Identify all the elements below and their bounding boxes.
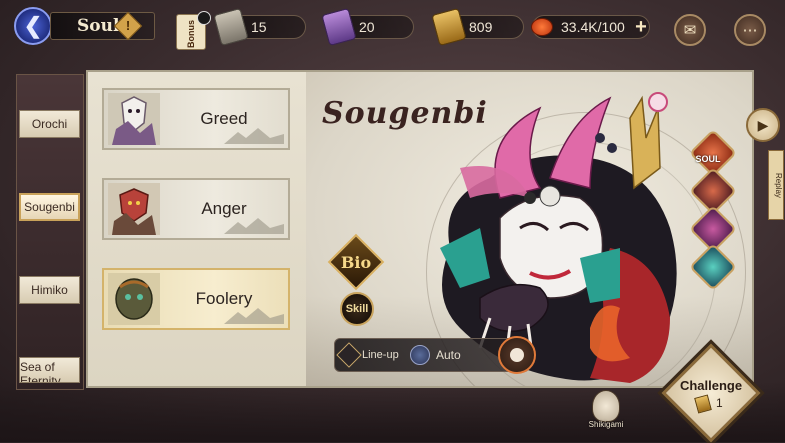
anger-portrait-icon bbox=[108, 183, 160, 235]
bio-button[interactable]: Bio bbox=[327, 233, 385, 291]
difficulty-card-foolery[interactable]: Foolery bbox=[102, 268, 290, 330]
shikigami-icon bbox=[592, 390, 620, 422]
resource-stamina: 33.4K/100 + bbox=[531, 15, 651, 39]
tab-sea-of-eternity[interactable]: Sea of Eternity bbox=[19, 357, 80, 383]
resource-value: 33.4K/100 bbox=[561, 19, 625, 35]
auto-button[interactable]: Auto bbox=[410, 344, 461, 366]
back-arrow-icon: ❮ bbox=[23, 13, 43, 38]
foolery-portrait-icon bbox=[108, 273, 160, 325]
mystery-amulet-icon bbox=[321, 7, 357, 47]
soul-drop-label: SOUL bbox=[695, 154, 721, 164]
mountain-decor-icon bbox=[224, 128, 284, 144]
jade-icon bbox=[431, 7, 467, 47]
challenge-label: Challenge bbox=[679, 378, 743, 393]
bonus-indicator-icon bbox=[197, 11, 211, 25]
mail-button[interactable]: ✉ bbox=[674, 14, 706, 46]
resource-mystery-amulet: 20 bbox=[321, 7, 414, 47]
back-button[interactable]: ❮ bbox=[14, 7, 52, 45]
amulet-icon bbox=[213, 7, 249, 47]
challenge-frame bbox=[661, 343, 761, 443]
skill-button[interactable]: Skill bbox=[340, 292, 374, 326]
lineup-button[interactable]: Line-up bbox=[336, 342, 399, 368]
shikigami-label: Shikigami bbox=[588, 420, 624, 429]
bonus-label: Bonus bbox=[186, 20, 196, 48]
bio-label: Bio bbox=[340, 252, 372, 272]
resource-value: 20 bbox=[359, 19, 375, 35]
difficulty-card-anger[interactable]: Anger bbox=[102, 178, 290, 240]
add-stamina-button[interactable]: + bbox=[631, 17, 651, 38]
resource-value: 15 bbox=[251, 19, 267, 35]
top-bar: ❮ Soul ! Bonus 15 20 809 33.4K/100 + ✉ ⋯ bbox=[0, 0, 785, 56]
resource-amulet: 15 bbox=[213, 7, 306, 47]
mountain-decor-icon bbox=[224, 218, 284, 234]
tab-orochi[interactable]: Orochi bbox=[19, 110, 80, 138]
replay-button[interactable]: ▶ bbox=[746, 108, 780, 142]
resource-value: 809 bbox=[469, 19, 493, 35]
stamina-icon bbox=[531, 18, 553, 36]
difficulty-card-greed[interactable]: Greed bbox=[102, 88, 290, 150]
shikigami-avatar-icon bbox=[510, 348, 524, 362]
resource-jade: 809 bbox=[431, 7, 524, 47]
mail-icon: ✉ bbox=[683, 22, 697, 39]
greed-portrait-icon bbox=[108, 93, 160, 145]
chat-button[interactable]: ⋯ bbox=[734, 14, 766, 46]
chat-icon: ⋯ bbox=[742, 22, 758, 39]
tab-himiko[interactable]: Himiko bbox=[19, 276, 80, 304]
lineup-label: Line-up bbox=[362, 349, 399, 361]
play-icon: ▶ bbox=[757, 116, 769, 133]
auto-label: Auto bbox=[436, 348, 461, 362]
shikigami-button[interactable]: Shikigami bbox=[586, 390, 626, 434]
challenge-cost: 1 bbox=[716, 396, 723, 410]
replay-label[interactable]: Replay bbox=[768, 150, 784, 220]
lineup-shikigami-slot[interactable] bbox=[498, 336, 536, 374]
mountain-decor-icon bbox=[224, 308, 284, 324]
auto-icon bbox=[410, 345, 430, 365]
rank-icon[interactable] bbox=[648, 92, 668, 112]
lineup-icon bbox=[336, 342, 362, 368]
challenge-button[interactable]: Challenge 1 bbox=[661, 343, 761, 443]
bonus-button[interactable]: Bonus bbox=[176, 11, 211, 50]
tab-sougenbi[interactable]: Sougenbi bbox=[19, 193, 80, 221]
